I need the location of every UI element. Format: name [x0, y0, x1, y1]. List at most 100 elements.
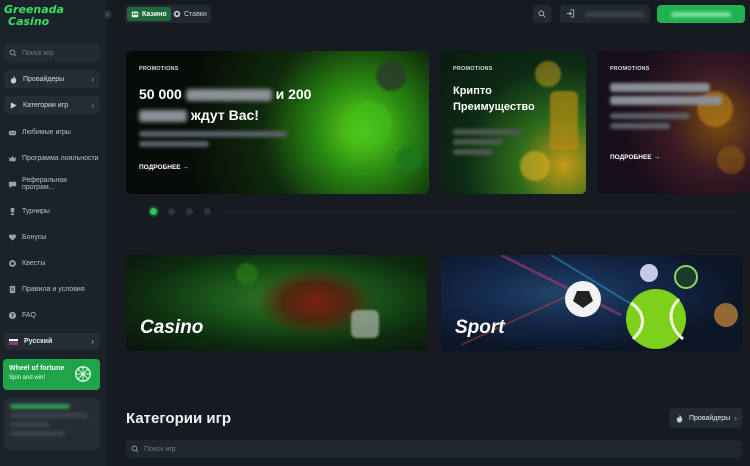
sidebar-item-referral[interactable]: Реферальная програм...: [4, 176, 100, 192]
promo-title-part: ждут Вас!: [190, 107, 259, 123]
promo-banner-3[interactable]: PROMOTIONS ПОДРОБНЕЕ →: [597, 51, 750, 194]
carousel-dot[interactable]: [204, 208, 211, 215]
casino-tile-label: Casino: [140, 317, 204, 338]
search-icon: [131, 440, 139, 458]
promo-title: [610, 83, 722, 133]
dice-image: [351, 310, 379, 338]
play-icon: [9, 101, 18, 110]
decorative-blob: [376, 61, 406, 91]
sidebar-item-favorites[interactable]: Любимые игры: [4, 124, 100, 140]
promo-title-line: Крипто: [453, 85, 492, 97]
arrow-right-icon: →: [653, 154, 660, 161]
sidebar-item-faq[interactable]: ? FAQ: [4, 307, 100, 323]
decorative-blob: [520, 151, 550, 181]
sidebar-item-label: Бонусы: [22, 233, 47, 241]
carousel-dot[interactable]: [168, 208, 175, 215]
sidebar-item-quests[interactable]: Квесты: [4, 255, 100, 271]
top-tabs: Казино Ставки: [125, 5, 211, 23]
sidebar-providers[interactable]: Провайдеры ›: [4, 70, 100, 88]
app: Greenada Casino Провайдеры › Категории и…: [0, 0, 750, 466]
sidebar-item-label: Правила и условия: [22, 285, 85, 293]
games-search[interactable]: [126, 440, 742, 458]
chevron-right-icon: ›: [91, 337, 94, 346]
fire-icon: [9, 75, 18, 84]
blurred-text: [453, 129, 523, 135]
wheel-of-fortune-card[interactable]: Wheel of fortune Spin and win!: [3, 359, 100, 390]
document-icon: [8, 285, 17, 294]
promo-banner-2[interactable]: PROMOTIONS Крипто Преимущество: [440, 51, 586, 194]
games-search-input[interactable]: [144, 445, 444, 453]
promo-banner-1[interactable]: PROMOTIONS 50 000 и 200 ждут Вас! ПОДРОБ…: [126, 51, 429, 194]
decorative-blob: [535, 61, 561, 87]
chevron-right-icon: ›: [734, 413, 737, 423]
promo-description: [139, 131, 289, 151]
register-button[interactable]: [657, 5, 745, 23]
decorative-blob: [346, 101, 392, 147]
promo-more-label: ПОДРОБНЕЕ: [610, 154, 652, 161]
sidebar-categories[interactable]: Категории игр ›: [4, 96, 100, 114]
sidebar-item-tournaments[interactable]: Турниры: [4, 203, 100, 219]
chevron-right-icon: ›: [91, 100, 94, 110]
crown-icon: [8, 154, 17, 163]
search-icon: [538, 5, 546, 23]
providers-button[interactable]: Провайдеры ›: [669, 408, 742, 428]
heart-icon: [8, 233, 17, 242]
sidebar: Greenada Casino Провайдеры › Категории и…: [0, 0, 106, 466]
logo-line2: Casino: [8, 15, 50, 28]
fire-icon: [675, 414, 684, 423]
blurred-text: [453, 139, 503, 145]
decorative-blob: [236, 263, 258, 285]
promo-title-part: и 200: [275, 86, 312, 102]
sidebar-search[interactable]: [4, 44, 100, 62]
blurred-text: [453, 149, 493, 155]
sidebar-providers-label: Провайдеры: [23, 75, 65, 83]
promo-description: [453, 129, 523, 159]
blurred-text: [671, 11, 731, 17]
carousel-dot[interactable]: [150, 208, 157, 215]
blurred-text: [610, 83, 710, 92]
sport-tile-label: Sport: [455, 317, 505, 338]
blurred-text: [185, 89, 272, 102]
promo-more-link[interactable]: ПОДРОБНЕЕ →: [139, 164, 189, 171]
sport-tile[interactable]: Sport: [441, 255, 742, 351]
sidebar-search-input[interactable]: [22, 49, 92, 57]
sports-icon: [173, 10, 181, 18]
blurred-text: [10, 413, 88, 418]
header-search-button[interactable]: [533, 5, 551, 23]
tab-casino[interactable]: Казино: [127, 7, 171, 21]
wheel-icon: [75, 366, 91, 382]
tab-casino-label: Казино: [142, 10, 167, 18]
carousel-track: [220, 211, 735, 212]
tab-bets-label: Ставки: [184, 10, 207, 18]
categories-title: Категории игр: [126, 410, 231, 427]
decorative-blob: [396, 146, 422, 172]
logo[interactable]: Greenada Casino: [4, 4, 64, 30]
blurred-text: [10, 422, 50, 427]
sidebar-categories-label: Категории игр: [23, 101, 69, 109]
blurred-text: [610, 113, 690, 119]
sidebar-promo-card[interactable]: [4, 398, 100, 450]
question-icon: ?: [8, 311, 17, 320]
chat-icon: [8, 180, 17, 189]
quest-icon: [8, 259, 17, 268]
providers-button-label: Провайдеры: [689, 414, 731, 422]
sidebar-item-label: Программа лояльности: [22, 154, 99, 162]
sidebar-item-label: Квесты: [22, 259, 46, 267]
language-selector[interactable]: Русский ›: [4, 333, 100, 350]
promo-more-label: ПОДРОБНЕЕ: [139, 164, 181, 171]
tennis-ball-icon: [626, 289, 686, 349]
tab-bets[interactable]: Ставки: [169, 7, 211, 21]
sidebar-item-bonuses[interactable]: Бонусы: [4, 229, 100, 245]
promo-tag: PROMOTIONS: [610, 66, 650, 72]
decorative-blob: [550, 91, 578, 151]
favorites-icon: [8, 128, 17, 137]
sidebar-collapse-button[interactable]: ‹: [103, 10, 112, 19]
sidebar-item-terms[interactable]: Правила и условия: [4, 281, 100, 297]
blurred-text: [139, 110, 187, 123]
blurred-text: [610, 96, 722, 105]
casino-tile[interactable]: Casino: [126, 255, 427, 351]
sidebar-item-loyalty[interactable]: Программа лояльности: [4, 150, 100, 166]
promo-more-link[interactable]: ПОДРОБНЕЕ →: [610, 154, 660, 161]
login-button[interactable]: [560, 5, 650, 23]
carousel-dot[interactable]: [186, 208, 193, 215]
